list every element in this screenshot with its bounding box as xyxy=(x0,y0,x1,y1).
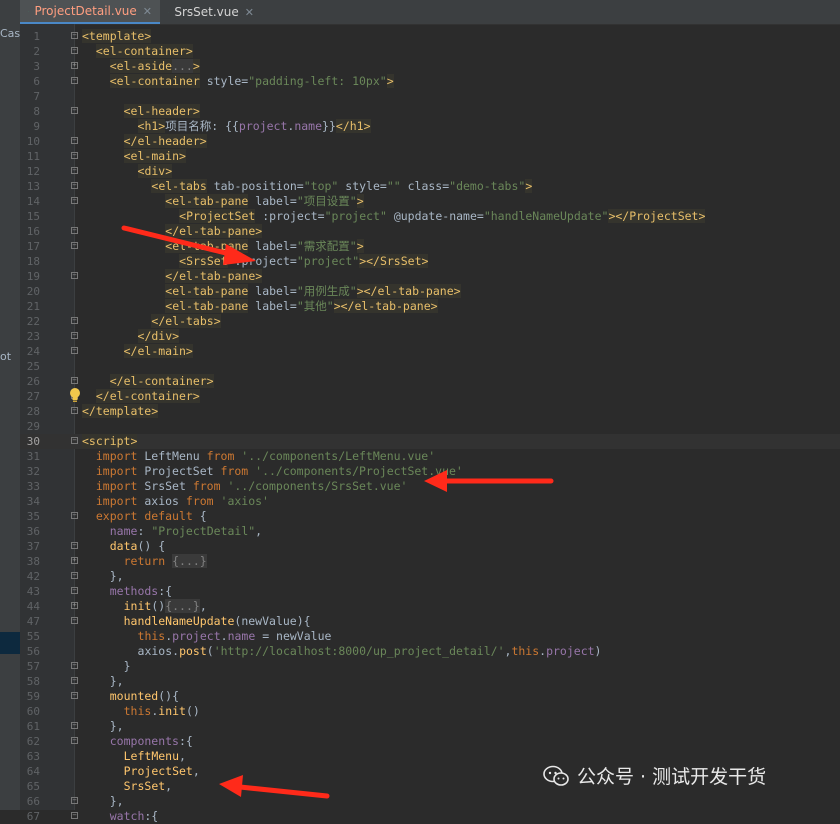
collapse-fold-icon[interactable]: − xyxy=(71,812,78,819)
code-line[interactable]: 67 − watch:{ xyxy=(20,809,840,824)
line-number[interactable]: 67 xyxy=(20,809,40,824)
code-token: :{ xyxy=(144,809,158,823)
wechat-icon xyxy=(543,765,569,787)
watermark-text: 公众号 · 测试开发干货 xyxy=(577,762,766,789)
annotation-layer xyxy=(0,0,840,810)
arrow-to-srsset-import xyxy=(424,470,551,492)
code-text: watch:{ xyxy=(110,809,158,824)
code-token: watch xyxy=(110,809,145,823)
arrow-to-srsset-tag xyxy=(124,228,256,265)
arrow-to-srsset-component xyxy=(219,775,327,797)
lightbulb-icon[interactable] xyxy=(68,387,82,403)
watermark: 公众号 · 测试开发干货 xyxy=(543,762,766,789)
